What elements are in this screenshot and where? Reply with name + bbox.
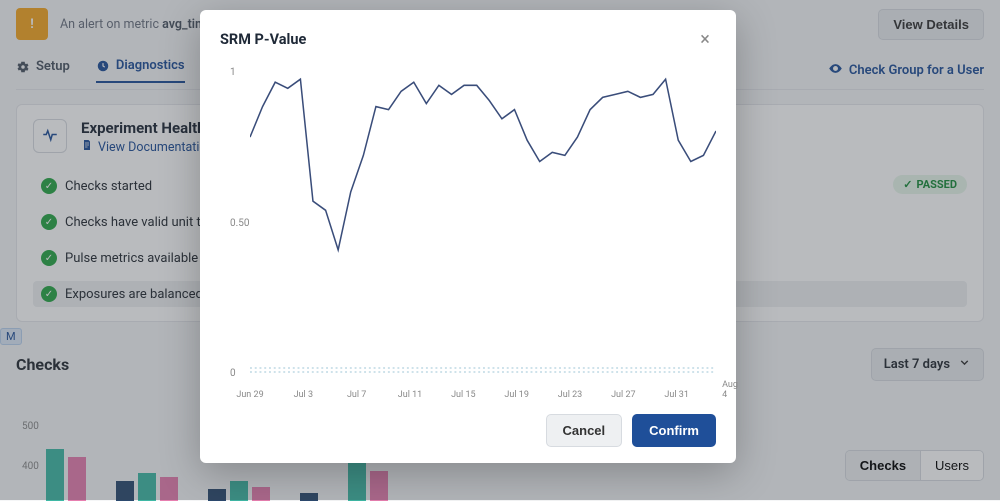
chart-x-tick: Jul 27 — [611, 390, 635, 400]
chart-x-tick: Aug 4 — [722, 380, 738, 400]
chart-x-tick: Jul 15 — [451, 390, 475, 400]
line-chart-svg — [250, 70, 716, 375]
srm-pvalue-modal: SRM P-Value × 1 0.50 0 Jun 29Jul 3Jul 7J… — [200, 10, 736, 463]
chart-x-tick: Jul 31 — [664, 390, 688, 400]
modal-title: SRM P-Value — [220, 31, 306, 48]
chart-x-tick: Jul 11 — [398, 390, 422, 400]
chart-x-tick: Jul 19 — [504, 390, 528, 400]
chart-x-tick: Jul 3 — [294, 390, 313, 400]
chart-x-tick: Jul 7 — [347, 390, 366, 400]
chart-x-tick: Jul 23 — [558, 390, 582, 400]
cancel-button[interactable]: Cancel — [546, 414, 623, 447]
confirm-button[interactable]: Confirm — [632, 414, 716, 447]
chart-x-tick: Jun 29 — [236, 390, 263, 400]
close-icon[interactable]: × — [694, 28, 716, 50]
srm-chart: 1 0.50 0 Jun 29Jul 3Jul 7Jul 11Jul 15Jul… — [220, 70, 716, 400]
